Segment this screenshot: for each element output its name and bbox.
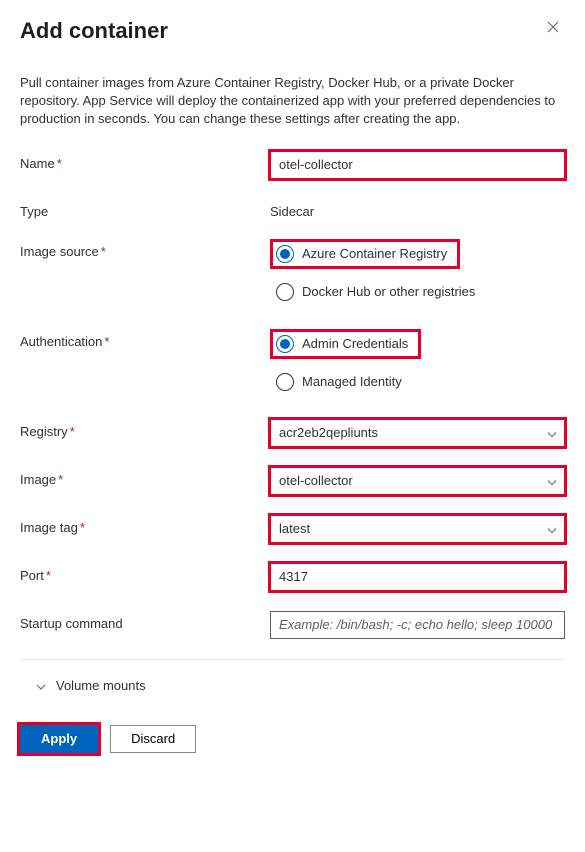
radio-label-dockerhub: Docker Hub or other registries [302,284,475,299]
row-image: Image* [20,467,565,495]
volume-mounts-label: Volume mounts [56,678,146,693]
name-input[interactable] [270,151,565,179]
label-registry: Registry* [20,419,270,439]
radio-label-admin: Admin Credentials [302,336,408,351]
label-name: Name* [20,151,270,171]
radio-acr[interactable]: Azure Container Registry [270,239,565,269]
row-port: Port* [20,563,565,591]
radio-managed-identity[interactable]: Managed Identity [270,373,565,391]
image-tag-select[interactable] [270,515,565,543]
volume-mounts-expander[interactable]: Volume mounts [20,674,565,697]
row-type: Type Sidecar [20,199,565,219]
action-bar: Apply Discard [20,725,565,753]
radio-icon [276,373,294,391]
row-registry: Registry* [20,419,565,447]
type-value: Sidecar [270,199,565,219]
image-select[interactable] [270,467,565,495]
radio-label-acr: Azure Container Registry [302,246,447,261]
radio-icon [276,283,294,301]
row-image-tag: Image tag* [20,515,565,543]
panel-description: Pull container images from Azure Contain… [20,74,565,129]
startup-input[interactable] [270,611,565,639]
label-startup: Startup command [20,611,270,631]
radio-dockerhub[interactable]: Docker Hub or other registries [270,283,565,301]
radio-admin-creds[interactable]: Admin Credentials [270,329,565,359]
divider [20,659,565,660]
row-startup: Startup command [20,611,565,639]
row-name: Name* [20,151,565,179]
label-image: Image* [20,467,270,487]
panel-title: Add container [20,18,168,44]
radio-icon [276,245,294,263]
chevron-down-icon [36,678,46,693]
panel-header: Add container [20,18,565,44]
label-port: Port* [20,563,270,583]
close-button[interactable] [541,18,565,40]
row-image-source: Image source* Azure Container Registry D… [20,239,565,301]
port-input[interactable] [270,563,565,591]
label-image-tag: Image tag* [20,515,270,535]
close-icon [547,21,559,33]
registry-select[interactable] [270,419,565,447]
radio-label-managed: Managed Identity [302,374,402,389]
apply-button[interactable]: Apply [20,725,98,753]
label-image-source: Image source* [20,239,270,259]
row-authentication: Authentication* Admin Credentials Manage… [20,329,565,391]
discard-button[interactable]: Discard [110,725,196,753]
label-authentication: Authentication* [20,329,270,349]
radio-icon [276,335,294,353]
label-type: Type [20,199,270,219]
